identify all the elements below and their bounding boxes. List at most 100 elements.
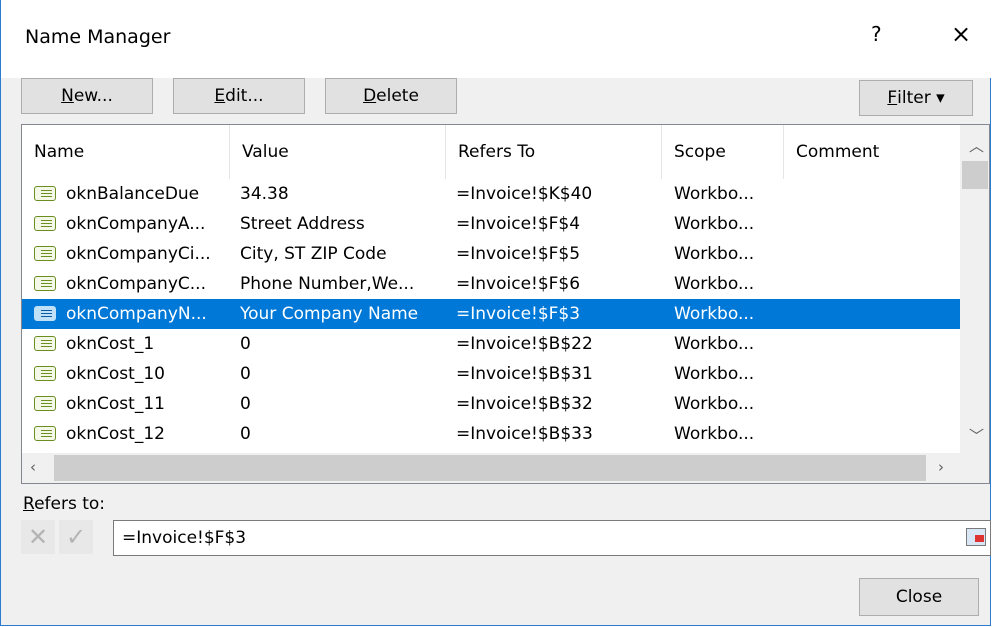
delete-button[interactable]: Delete xyxy=(325,78,457,114)
cell-name: oknCost_11 xyxy=(66,394,165,414)
table-row[interactable]: oknCost_1 0 =Invoice!$B$22 Workbo... xyxy=(22,329,960,359)
refers-to-access-key: R xyxy=(23,494,35,514)
refers-to-label-text: efers to: xyxy=(34,494,106,514)
cell-value: 0 xyxy=(240,424,251,444)
cell-value: Phone Number,We... xyxy=(240,274,415,294)
table-row[interactable]: oknCompanyA... Street Address =Invoice!$F$… xyxy=(22,209,960,239)
new-button-label: ew... xyxy=(73,86,113,106)
cell-scope: Workbo... xyxy=(674,304,755,324)
window-title: Name Manager xyxy=(25,26,171,48)
column-header-comment[interactable]: Comment xyxy=(784,125,960,179)
cell-scope: Workbo... xyxy=(674,244,755,264)
cell-comment xyxy=(796,239,956,269)
defined-name-icon xyxy=(34,186,56,201)
defined-name-icon xyxy=(34,216,56,231)
cell-refers-to: =Invoice!$K$40 xyxy=(456,184,593,204)
column-header-scope[interactable]: Scope xyxy=(662,125,784,179)
title-bar: Name Manager ? × xyxy=(1,0,991,78)
edit-button[interactable]: Edit... xyxy=(173,78,305,114)
scroll-left-icon[interactable]: ‹ xyxy=(30,458,36,476)
cell-scope: Workbo... xyxy=(674,424,755,444)
cell-value: City, ST ZIP Code xyxy=(240,244,387,264)
defined-name-icon xyxy=(34,426,56,441)
list-header: Name Value Refers To Scope Comment xyxy=(22,125,960,179)
cell-name: oknCost_12 xyxy=(66,424,165,444)
cell-refers-to: =Invoice!$F$5 xyxy=(456,244,581,264)
table-row[interactable]: oknCost_10 0 =Invoice!$B$31 Workbo... xyxy=(22,359,960,389)
defined-name-icon xyxy=(34,336,56,351)
defined-name-icon xyxy=(34,366,56,381)
cell-scope: Workbo... xyxy=(674,214,755,234)
cell-name: oknCost_1 xyxy=(66,334,155,354)
new-button[interactable]: New... xyxy=(21,78,153,114)
cell-name: oknCompanyA... xyxy=(66,214,206,234)
close-button[interactable]: Close xyxy=(859,578,979,616)
close-window-button[interactable]: × xyxy=(951,20,971,48)
cell-comment xyxy=(796,329,956,359)
cell-refers-to: =Invoice!$B$33 xyxy=(456,424,593,444)
scroll-down-icon[interactable]: ﹀ xyxy=(969,425,984,446)
cell-name: oknCompanyN... xyxy=(66,304,207,324)
cell-name: oknBalanceDue xyxy=(66,184,200,204)
horizontal-scroll-thumb[interactable] xyxy=(54,455,926,481)
refers-to-label: Refers to: xyxy=(23,494,105,514)
cell-value: 0 xyxy=(240,364,251,384)
column-header-name[interactable]: Name xyxy=(22,125,230,179)
refers-to-input[interactable]: =Invoice!$F$3 xyxy=(113,520,991,556)
scroll-right-icon[interactable]: › xyxy=(938,458,944,476)
edit-button-label: dit... xyxy=(225,86,264,106)
defined-name-icon xyxy=(34,276,56,291)
vertical-scrollbar[interactable]: ︿ ﹀ xyxy=(960,125,989,453)
confirm-icon[interactable]: ✓ xyxy=(59,520,93,554)
cell-refers-to: =Invoice!$B$22 xyxy=(456,334,593,354)
cell-value: 0 xyxy=(240,334,251,354)
defined-name-icon xyxy=(34,396,56,411)
cell-comment xyxy=(796,419,956,449)
cell-refers-to: =Invoice!$F$6 xyxy=(456,274,581,294)
refers-to-value: =Invoice!$F$3 xyxy=(122,528,247,548)
delete-button-access-key: D xyxy=(363,86,377,106)
cell-comment xyxy=(796,209,956,239)
cell-scope: Workbo... xyxy=(674,184,755,204)
table-row[interactable]: oknCompanyCi... City, ST ZIP Code =Invoice… xyxy=(22,239,960,269)
column-header-value[interactable]: Value xyxy=(230,125,446,179)
new-button-access-key: N xyxy=(61,86,74,106)
delete-button-label: elete xyxy=(376,86,419,106)
cell-value: Your Company Name xyxy=(240,304,419,324)
table-row[interactable]: oknCompanyC... Phone Number,We... =Invoice… xyxy=(22,269,960,299)
cell-scope: Workbo... xyxy=(674,394,755,414)
collapse-dialog-icon[interactable] xyxy=(966,528,986,546)
vertical-scroll-thumb[interactable] xyxy=(962,161,988,189)
names-list[interactable]: Name Value Refers To Scope Comment oknBa… xyxy=(21,124,990,484)
scroll-up-icon[interactable]: ︿ xyxy=(969,135,984,156)
cell-scope: Workbo... xyxy=(674,334,755,354)
filter-button-label: ilter ▾ xyxy=(897,88,945,108)
cell-refers-to: =Invoice!$F$3 xyxy=(456,304,581,324)
cell-refers-to: =Invoice!$B$31 xyxy=(456,364,593,384)
cell-comment xyxy=(796,269,956,299)
help-button[interactable]: ? xyxy=(871,22,882,46)
defined-name-icon xyxy=(34,246,56,261)
cell-refers-to: =Invoice!$F$4 xyxy=(456,214,581,234)
cell-name: oknCost_10 xyxy=(66,364,165,384)
column-header-refers-to[interactable]: Refers To xyxy=(446,125,662,179)
cell-comment xyxy=(796,299,956,329)
cell-value: Street Address xyxy=(240,214,365,234)
cell-scope: Workbo... xyxy=(674,364,755,384)
cell-comment xyxy=(796,389,956,419)
cell-refers-to: =Invoice!$B$32 xyxy=(456,394,593,414)
filter-button-access-key: F xyxy=(887,88,898,108)
horizontal-scrollbar[interactable]: ‹ › xyxy=(22,453,989,483)
table-row[interactable]: oknBalanceDue 34.38 =Invoice!$K$40 Workbo.… xyxy=(22,179,960,209)
cell-value: 34.38 xyxy=(240,184,289,204)
cell-value: 0 xyxy=(240,394,251,414)
table-row[interactable]: oknCompanyN... Your Company Name =Invoice!… xyxy=(22,299,960,329)
cancel-icon[interactable]: ✕ xyxy=(21,520,55,554)
filter-button[interactable]: Filter ▾ xyxy=(859,80,973,116)
table-row[interactable]: oknCost_11 0 =Invoice!$B$32 Workbo... xyxy=(22,389,960,419)
defined-name-icon xyxy=(34,306,56,321)
edit-button-access-key: E xyxy=(214,86,226,106)
cell-name: oknCompanyCi... xyxy=(66,244,211,264)
cell-comment xyxy=(796,359,956,389)
table-row[interactable]: oknCost_12 0 =Invoice!$B$33 Workbo... xyxy=(22,419,960,449)
